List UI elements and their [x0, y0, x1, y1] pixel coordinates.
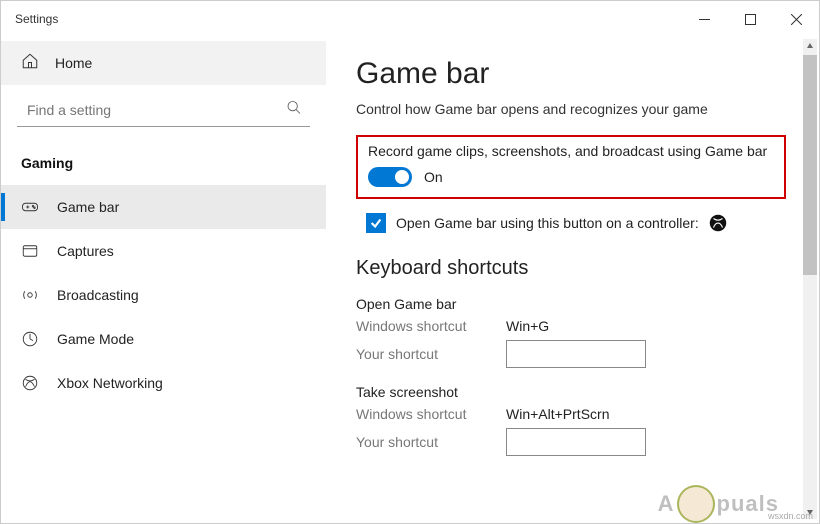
nav-label: Xbox Networking [57, 375, 163, 391]
main-content: Game bar Control how Game bar opens and … [326, 37, 819, 523]
xbox-icon [709, 214, 727, 232]
record-toggle[interactable] [368, 167, 412, 187]
home-icon [21, 52, 39, 75]
shortcut-take-screenshot: Take screenshot Windows shortcut Win+Alt… [356, 384, 789, 456]
scrollbar[interactable] [803, 39, 817, 519]
category-header: Gaming [1, 143, 326, 185]
window-controls [681, 1, 819, 37]
windows-shortcut-label: Windows shortcut [356, 406, 506, 422]
close-button[interactable] [773, 1, 819, 37]
gamemode-icon [21, 330, 39, 348]
record-toggle-state: On [424, 169, 443, 185]
nav-label: Captures [57, 243, 114, 259]
nav-label: Game bar [57, 199, 119, 215]
nav-captures[interactable]: Captures [1, 229, 326, 273]
nav-game-bar[interactable]: Game bar [1, 185, 326, 229]
windows-shortcut-value: Win+Alt+PrtScrn [506, 406, 609, 422]
your-shortcut-label: Your shortcut [356, 346, 506, 362]
maximize-button[interactable] [727, 1, 773, 37]
footer-credit: wsxdn.com [768, 511, 813, 521]
home-label: Home [55, 55, 92, 71]
shortcut-open-gamebar: Open Game bar Windows shortcut Win+G You… [356, 296, 789, 368]
window-title: Settings [15, 12, 681, 26]
your-shortcut-input[interactable] [506, 428, 646, 456]
record-setting-label: Record game clips, screenshots, and broa… [368, 143, 774, 159]
minimize-button[interactable] [681, 1, 727, 37]
your-shortcut-label: Your shortcut [356, 434, 506, 450]
xbox-networking-icon [21, 374, 39, 392]
titlebar: Settings [1, 1, 819, 37]
search-field[interactable] [17, 93, 310, 127]
shortcut-title: Open Game bar [356, 296, 789, 312]
broadcasting-icon [21, 286, 39, 304]
captures-icon [21, 242, 39, 260]
nav-xbox-networking[interactable]: Xbox Networking [1, 361, 326, 405]
windows-shortcut-label: Windows shortcut [356, 318, 506, 334]
nav-game-mode[interactable]: Game Mode [1, 317, 326, 361]
controller-checkbox[interactable] [366, 213, 386, 233]
home-nav[interactable]: Home [1, 41, 326, 85]
page-title: Game bar [356, 57, 789, 91]
shortcut-title: Take screenshot [356, 384, 789, 400]
your-shortcut-input[interactable] [506, 340, 646, 368]
sidebar: Home Gaming Game bar Captures Broadcasti… [1, 37, 326, 523]
scroll-up-icon[interactable] [803, 39, 817, 53]
nav-label: Game Mode [57, 331, 134, 347]
watermark: A puals [658, 485, 779, 523]
record-setting-highlight: Record game clips, screenshots, and broa… [356, 135, 786, 199]
search-input[interactable] [17, 93, 310, 127]
shortcuts-header: Keyboard shortcuts [356, 257, 789, 280]
page-subtitle: Control how Game bar opens and recognize… [356, 101, 789, 117]
watermark-face-icon [677, 485, 715, 523]
scrollbar-thumb[interactable] [803, 55, 817, 275]
nav-broadcasting[interactable]: Broadcasting [1, 273, 326, 317]
gamebar-icon [21, 198, 39, 216]
nav-label: Broadcasting [57, 287, 139, 303]
windows-shortcut-value: Win+G [506, 318, 549, 334]
search-icon [286, 100, 302, 121]
controller-checkbox-label: Open Game bar using this button on a con… [396, 215, 699, 231]
watermark-text: A [658, 491, 675, 517]
